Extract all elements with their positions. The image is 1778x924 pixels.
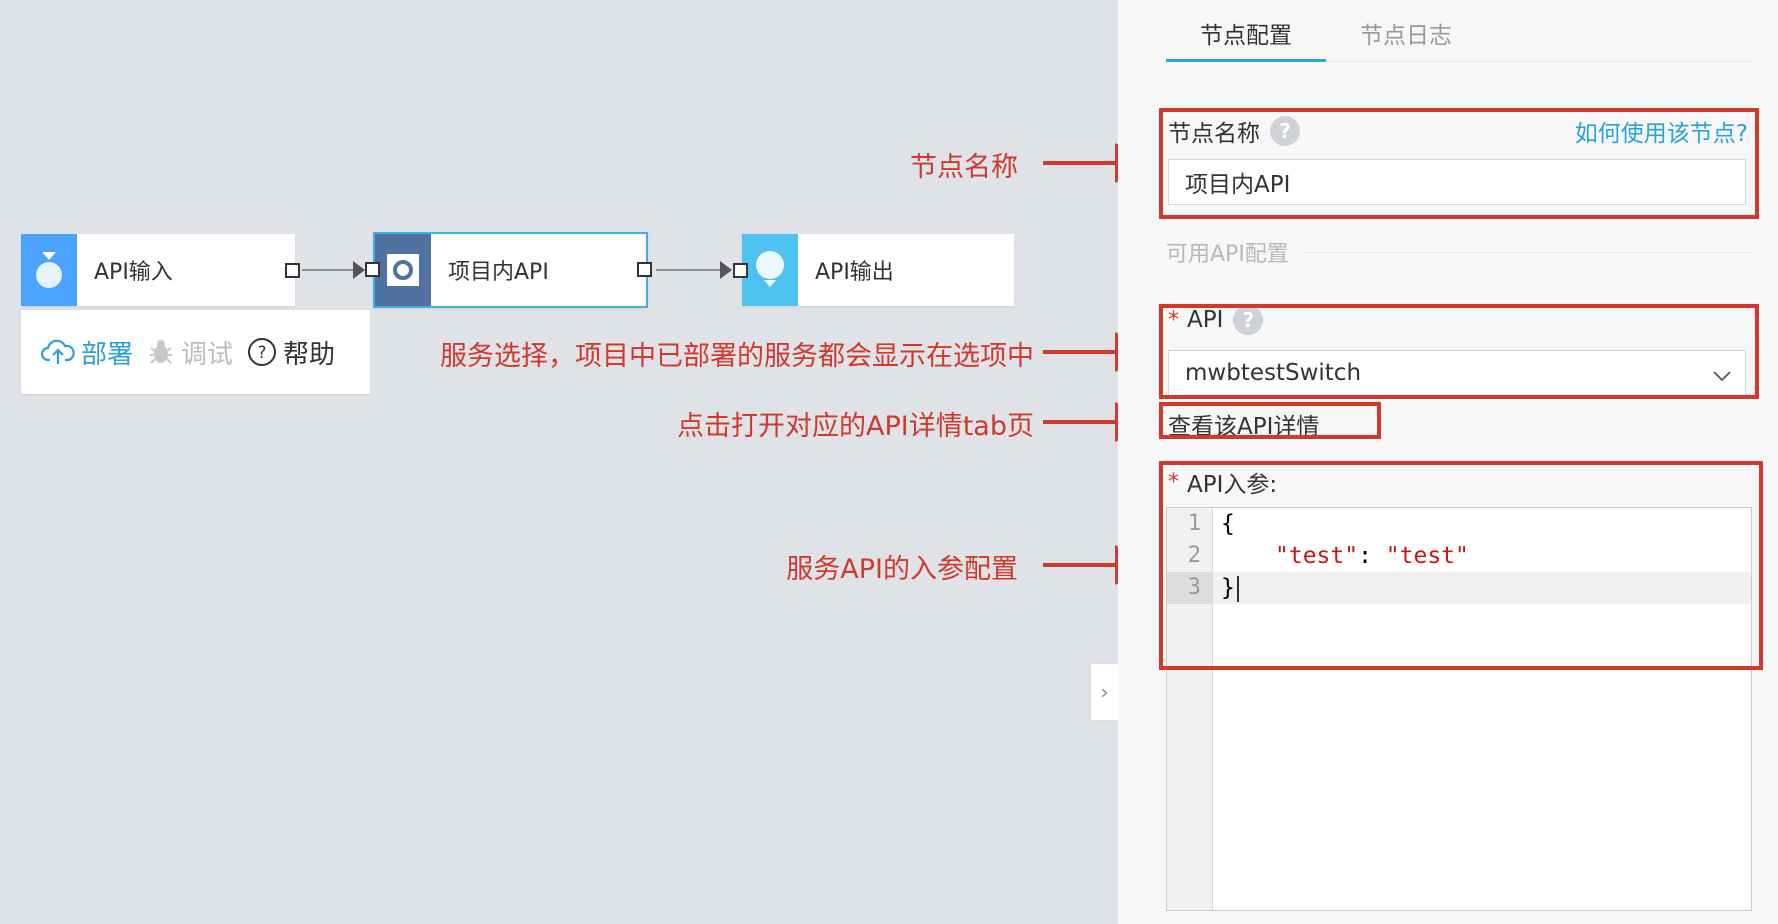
node-label: API输出 <box>815 260 894 285</box>
deploy-button[interactable]: 部署 <box>41 334 133 371</box>
how-to-use-link[interactable]: 如何使用该节点? <box>1575 114 1748 148</box>
config-panel: 节点配置 节点日志 节点名称 ? 如何使用该节点? 项目内API 可用API配置… <box>1118 0 1778 924</box>
node-toolbar: 部署 调试 ? 帮助 <box>21 310 370 394</box>
required-mark: * <box>1168 307 1179 333</box>
api-output-icon <box>742 234 798 306</box>
divider <box>1304 251 1752 253</box>
bug-icon <box>150 340 173 364</box>
help-icon[interactable]: ? <box>1270 116 1300 146</box>
chevron-right-icon: › <box>1100 680 1109 704</box>
collapse-panel-handle[interactable]: › <box>1091 664 1118 720</box>
annotation-input-params: 服务API的入参配置 <box>786 554 1018 585</box>
node-label: 项目内API <box>448 260 549 285</box>
input-port[interactable] <box>365 262 380 277</box>
node-api-output[interactable]: API输出 <box>733 234 1014 306</box>
node-api-input[interactable]: API输入 <box>21 234 300 306</box>
required-mark: * <box>1168 469 1179 495</box>
tab-node-config[interactable]: 节点配置 <box>1166 0 1326 62</box>
output-port[interactable] <box>285 263 300 278</box>
api-select[interactable]: mwbtestSwitch <box>1168 350 1746 396</box>
json-code-editor[interactable]: 1 2 3 { "test": "test" } <box>1166 507 1752 911</box>
params-label: * API入参: <box>1168 465 1277 499</box>
section-title-text: 可用API配置 <box>1166 242 1289 267</box>
node-name-value: 项目内API <box>1185 172 1291 198</box>
tab-node-log[interactable]: 节点日志 <box>1326 0 1486 62</box>
chevron-down-icon <box>1713 371 1731 381</box>
code-brace: { <box>1221 511 1235 537</box>
api-label-text: API <box>1187 307 1224 333</box>
cloud-upload-icon <box>41 339 75 364</box>
edge-arrow <box>353 261 365 279</box>
code-value: "test" <box>1385 543 1469 569</box>
node-name-input[interactable]: 项目内API <box>1168 159 1746 205</box>
annotation-api-detail: 点击打开对应的API详情tab页 <box>677 411 1034 442</box>
debug-label: 调试 <box>181 339 234 370</box>
node-label: API输入 <box>94 260 173 285</box>
line-number: 3 <box>1187 575 1201 600</box>
code-brace: } <box>1221 575 1235 601</box>
node-name-label-text: 节点名称 <box>1168 121 1260 147</box>
line-number: 2 <box>1187 543 1201 568</box>
edge-arrow <box>720 261 732 279</box>
api-label: * API ? <box>1168 305 1264 335</box>
code-key: "test" <box>1275 543 1359 569</box>
edge-line <box>656 269 723 271</box>
line-number: 1 <box>1187 511 1201 536</box>
project-api-icon <box>375 234 431 306</box>
help-button[interactable]: ? 帮助 <box>247 334 335 371</box>
section-title: 可用API配置 <box>1166 236 1752 268</box>
api-detail-link[interactable]: 查看该API详情 <box>1168 407 1319 441</box>
help-label: 帮助 <box>283 339 336 370</box>
annotation-node-name: 节点名称 <box>910 152 1018 183</box>
node-name-label: 节点名称 ? <box>1168 114 1300 148</box>
code-line: "test": "test" <box>1275 540 1469 572</box>
text-cursor <box>1236 575 1239 602</box>
code-line: } <box>1221 572 1239 604</box>
input-port[interactable] <box>733 263 748 278</box>
api-select-value: mwbtestSwitch <box>1185 360 1362 386</box>
debug-button[interactable]: 调试 <box>147 334 233 371</box>
api-input-icon <box>21 234 77 306</box>
workflow-canvas[interactable]: API输入 项目内API API输出 部署 调试 ? 帮助 节点名称 服务选择，… <box>0 0 1118 924</box>
panel-tabs: 节点配置 节点日志 <box>1166 0 1752 62</box>
help-icon[interactable]: ? <box>1233 305 1264 335</box>
params-label-text: API入参: <box>1187 472 1278 498</box>
code-sep: : <box>1358 543 1386 569</box>
edge-line <box>302 269 354 271</box>
code-line: { <box>1221 508 1235 540</box>
question-circle-icon: ? <box>248 338 277 366</box>
deploy-label: 部署 <box>81 339 134 370</box>
svg-text:?: ? <box>258 343 267 363</box>
active-line <box>1213 572 1751 604</box>
node-project-api[interactable]: 项目内API <box>365 232 652 308</box>
output-port[interactable] <box>637 262 652 277</box>
annotation-service-select: 服务选择，项目中已部署的服务都会显示在选项中 <box>440 341 1034 372</box>
